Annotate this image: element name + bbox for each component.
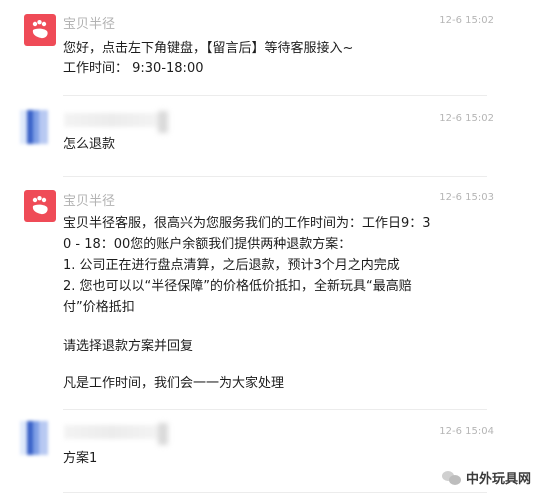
sender-name: 宝贝半径: [63, 194, 116, 209]
message-timestamp: 12-6 15:02: [439, 113, 494, 124]
message-timestamp: 12-6 15:03: [439, 192, 494, 203]
message-line: 方案1: [63, 451, 98, 466]
message-line: 怎么退款: [63, 137, 116, 152]
footprint-icon: [32, 20, 48, 39]
sender-name: 宝贝半径: [63, 17, 116, 32]
watermark: 中外玩具网: [441, 468, 531, 487]
message-line: 付”价格抵扣: [63, 300, 135, 315]
brand-avatar[interactable]: [24, 14, 56, 46]
message-line: 工作时间： 9:30-18:00: [63, 61, 204, 76]
wechat-logo-icon: [441, 470, 462, 486]
brand-avatar[interactable]: [24, 190, 56, 222]
blurred-sender-name: [64, 423, 168, 445]
message-divider: [63, 176, 487, 177]
blurred-user-avatar[interactable]: [20, 110, 60, 144]
message-line: 凡是工作时间，我们会一一为大家处理: [63, 376, 285, 391]
message-timestamp: 12-6 15:04: [439, 426, 494, 437]
message-line: 请选择退款方案并回复: [63, 339, 194, 354]
message-timestamp: 12-6 15:02: [439, 15, 494, 26]
message-divider: [63, 409, 487, 410]
message-divider: [63, 492, 487, 493]
blurred-user-avatar[interactable]: [20, 421, 60, 455]
watermark-label: 中外玩具网: [465, 472, 531, 487]
blurred-sender-name: [64, 111, 168, 133]
message-divider: [63, 95, 487, 96]
footprint-icon: [32, 196, 48, 215]
